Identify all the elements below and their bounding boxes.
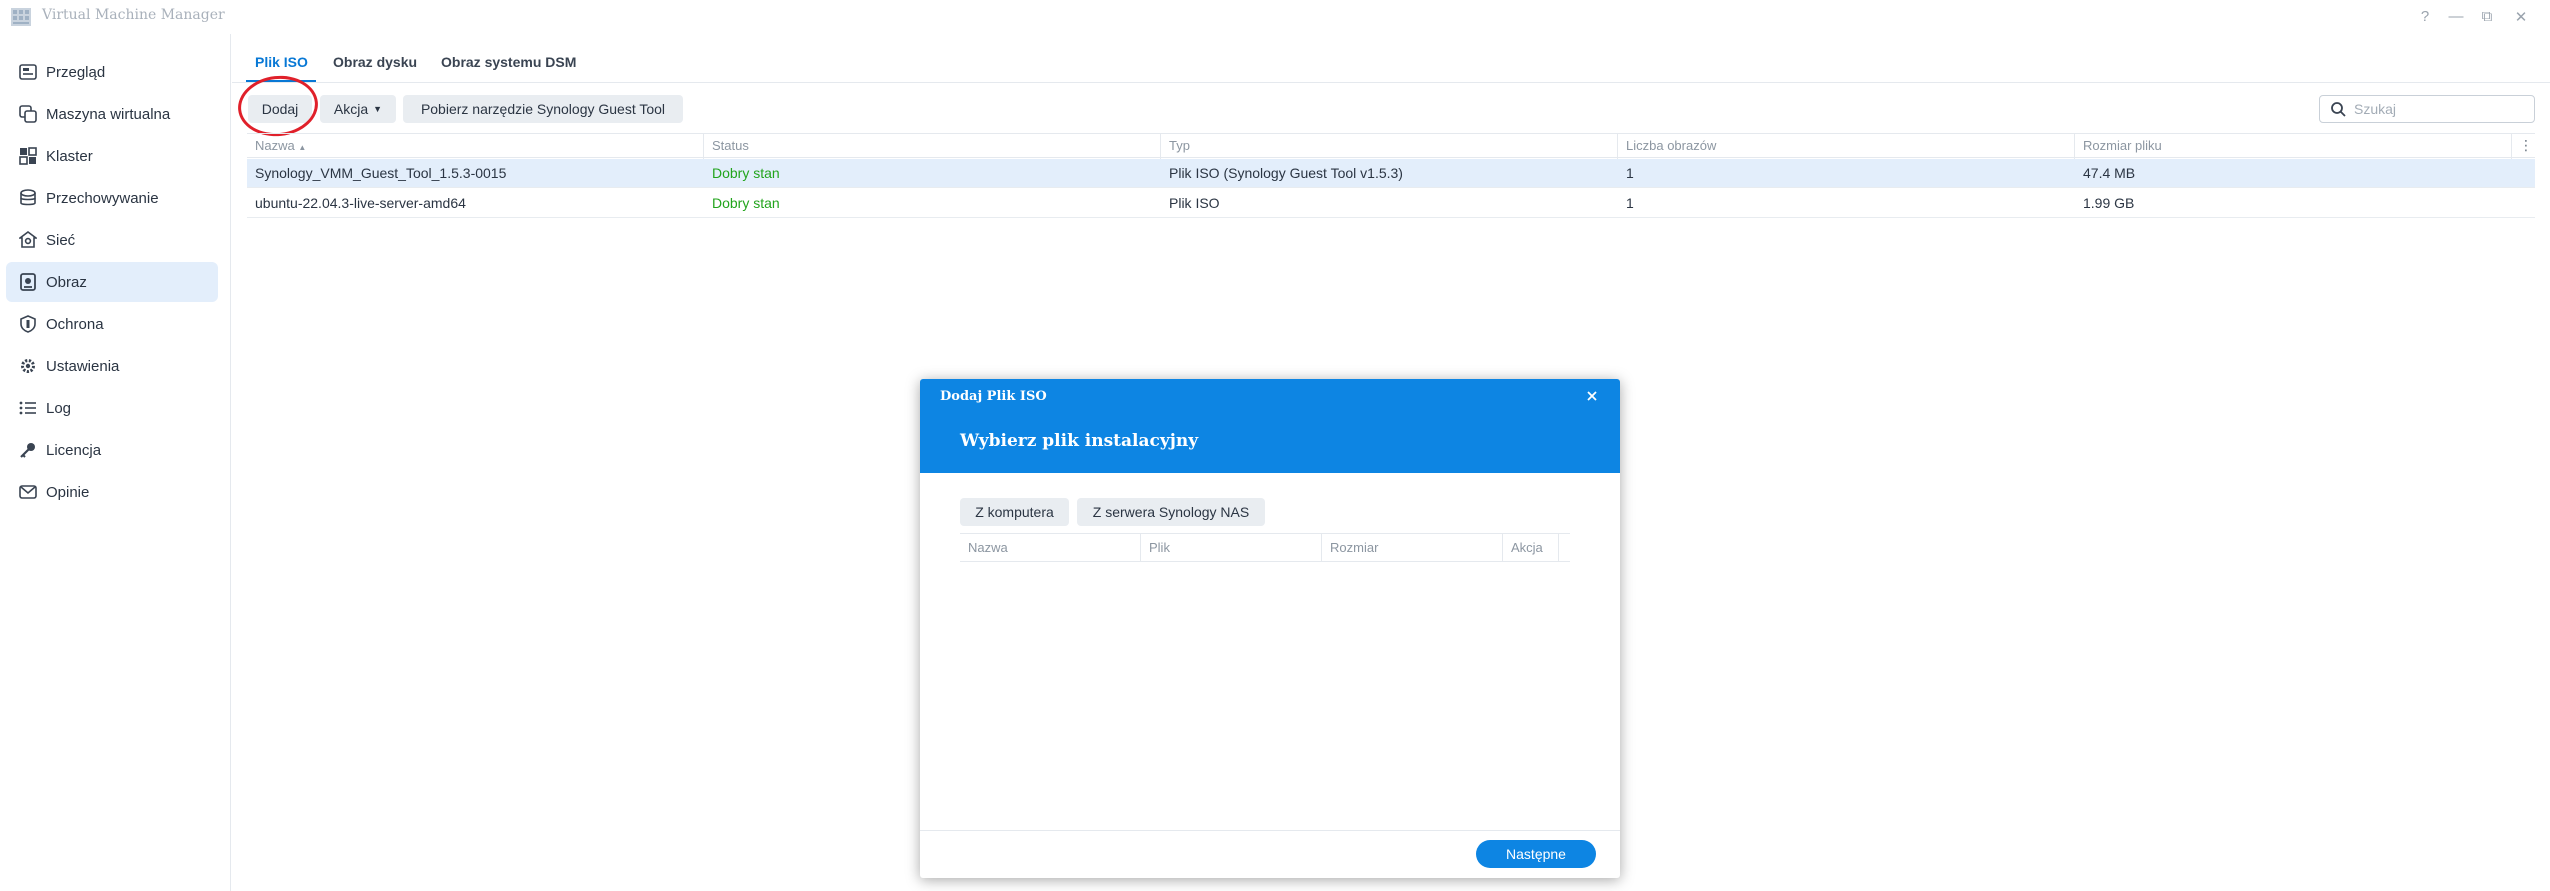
cell-type: Plik ISO — [1169, 195, 1220, 211]
overview-icon — [14, 52, 42, 92]
column-header-name[interactable]: Nazwa ▲ — [247, 134, 704, 159]
column-header-file-size[interactable]: Rozmiar pliku — [2075, 134, 2512, 159]
sidebar-item-label: Obraz — [46, 273, 87, 291]
from-computer-button[interactable]: Z komputera — [960, 498, 1069, 526]
close-window-icon[interactable]: ✕ — [2512, 8, 2530, 26]
shield-icon — [14, 304, 42, 344]
cluster-icon — [14, 136, 42, 176]
tab-dsm-image[interactable]: Obraz systemu DSM — [441, 54, 576, 70]
cell-file-size: 1.99 GB — [2083, 195, 2135, 211]
action-label: Akcja — [333, 101, 369, 117]
sidebar-item-virtual-machine[interactable]: Maszyna wirtualna — [6, 94, 218, 134]
virtual-machine-icon — [14, 94, 42, 134]
next-button[interactable]: Następne — [1476, 840, 1596, 868]
sidebar-item-label: Opinie — [46, 483, 90, 501]
tab-iso-file[interactable]: Plik ISO — [255, 54, 308, 70]
search-input[interactable] — [2354, 101, 2524, 117]
storage-icon — [14, 178, 42, 218]
cell-name: Synology_VMM_Guest_Tool_1.5.3-0015 — [255, 165, 507, 181]
column-header-image-count[interactable]: Liczba obrazów — [1618, 134, 2075, 159]
sidebar-item-label: Log — [46, 399, 72, 417]
search-field[interactable] — [2319, 95, 2535, 123]
table-row[interactable]: Synology_VMM_Guest_Tool_1.5.3-0015 Dobry… — [247, 159, 2535, 188]
sidebar-item-label: Przegląd — [46, 63, 106, 81]
action-dropdown-button[interactable]: Akcja ▼ — [320, 95, 396, 123]
sidebar-item-label: Przechowywanie — [46, 189, 159, 207]
sidebar-item-label: Licencja — [46, 441, 102, 459]
dialog-table-header: Nazwa Plik Rozmiar Akcja — [960, 533, 1570, 562]
cell-image-count: 1 — [1626, 195, 1634, 211]
sidebar-item-label: Klaster — [46, 147, 93, 165]
dialog-column-action[interactable]: Akcja — [1503, 534, 1559, 562]
cell-status: Dobry stan — [712, 195, 780, 211]
key-icon — [14, 430, 42, 470]
sidebar-item-license[interactable]: Licencja — [6, 430, 218, 470]
close-icon[interactable] — [1584, 388, 1600, 404]
sidebar-item-storage[interactable]: Przechowywanie — [6, 178, 218, 218]
title-bar: Virtual Machine Manager ? — ⧉ ✕ — [0, 0, 2550, 34]
dialog-title: Wybierz plik instalacyjny — [960, 431, 1199, 451]
sidebar-item-log[interactable]: Log — [6, 388, 218, 428]
search-icon — [2331, 102, 2346, 117]
cell-file-size: 47.4 MB — [2083, 165, 2136, 181]
sidebar-item-label: Maszyna wirtualna — [46, 105, 171, 123]
table-header: Nazwa ▲ Status Typ Liczba obrazów Rozmia… — [247, 133, 2535, 159]
dialog-footer-divider — [920, 830, 1620, 831]
dialog-header: Dodaj Plik ISO Wybierz plik instalacyjny — [920, 379, 1620, 473]
sidebar-item-feedback[interactable]: Opinie — [6, 472, 218, 512]
cell-name: ubuntu-22.04.3-live-server-amd64 — [255, 195, 466, 211]
network-icon — [14, 220, 42, 260]
column-header-status[interactable]: Status — [704, 134, 1161, 159]
sidebar-item-protection[interactable]: Ochrona — [6, 304, 218, 344]
add-button[interactable]: Dodaj — [248, 95, 312, 123]
caret-down-icon: ▼ — [373, 104, 383, 114]
table-row[interactable]: ubuntu-22.04.3-live-server-amd64 Dobry s… — [247, 189, 2535, 218]
sidebar-item-label: Ochrona — [46, 315, 104, 333]
image-icon — [14, 262, 42, 302]
sort-caret-icon: ▲ — [298, 143, 307, 152]
sidebar-item-network[interactable]: Sieć — [6, 220, 218, 260]
help-icon[interactable]: ? — [2416, 8, 2434, 25]
cell-status: Dobry stan — [712, 165, 780, 181]
sidebar-item-label: Sieć — [46, 231, 76, 249]
cell-image-count: 1 — [1626, 165, 1634, 181]
dialog-column-file[interactable]: Plik — [1141, 534, 1322, 562]
gear-icon — [14, 346, 42, 386]
dialog-column-name[interactable]: Nazwa — [960, 534, 1141, 562]
app-logo-icon — [11, 8, 31, 26]
sidebar-item-overview[interactable]: Przegląd — [6, 52, 218, 92]
add-iso-dialog: Dodaj Plik ISO Wybierz plik instalacyjny… — [920, 379, 1620, 878]
log-list-icon — [14, 388, 42, 428]
download-guest-tool-button[interactable]: Pobierz narzędzie Synology Guest Tool — [403, 95, 683, 123]
sidebar-item-cluster[interactable]: Klaster — [6, 136, 218, 176]
minimize-icon[interactable]: — — [2447, 8, 2465, 25]
tabs-divider — [232, 82, 2550, 83]
restore-icon[interactable]: ⧉ — [2478, 8, 2496, 25]
sidebar: Przegląd Maszyna wirtualna Klaster Przec… — [0, 34, 231, 891]
cell-type: Plik ISO (Synology Guest Tool v1.5.3) — [1169, 165, 1403, 181]
from-nas-button[interactable]: Z serwera Synology NAS — [1077, 498, 1265, 526]
app-title: Virtual Machine Manager — [42, 7, 225, 23]
tab-disk-image[interactable]: Obraz dysku — [333, 54, 417, 70]
sidebar-item-label: Ustawienia — [46, 357, 120, 375]
dialog-small-title: Dodaj Plik ISO — [940, 389, 1047, 404]
column-header-type[interactable]: Typ — [1161, 134, 1618, 159]
sidebar-item-settings[interactable]: Ustawienia — [6, 346, 218, 386]
column-menu-icon[interactable]: ⋮ — [2519, 137, 2533, 154]
dialog-column-size[interactable]: Rozmiar — [1322, 534, 1503, 562]
feedback-mail-icon — [14, 472, 42, 512]
sidebar-item-image[interactable]: Obraz — [6, 262, 218, 302]
